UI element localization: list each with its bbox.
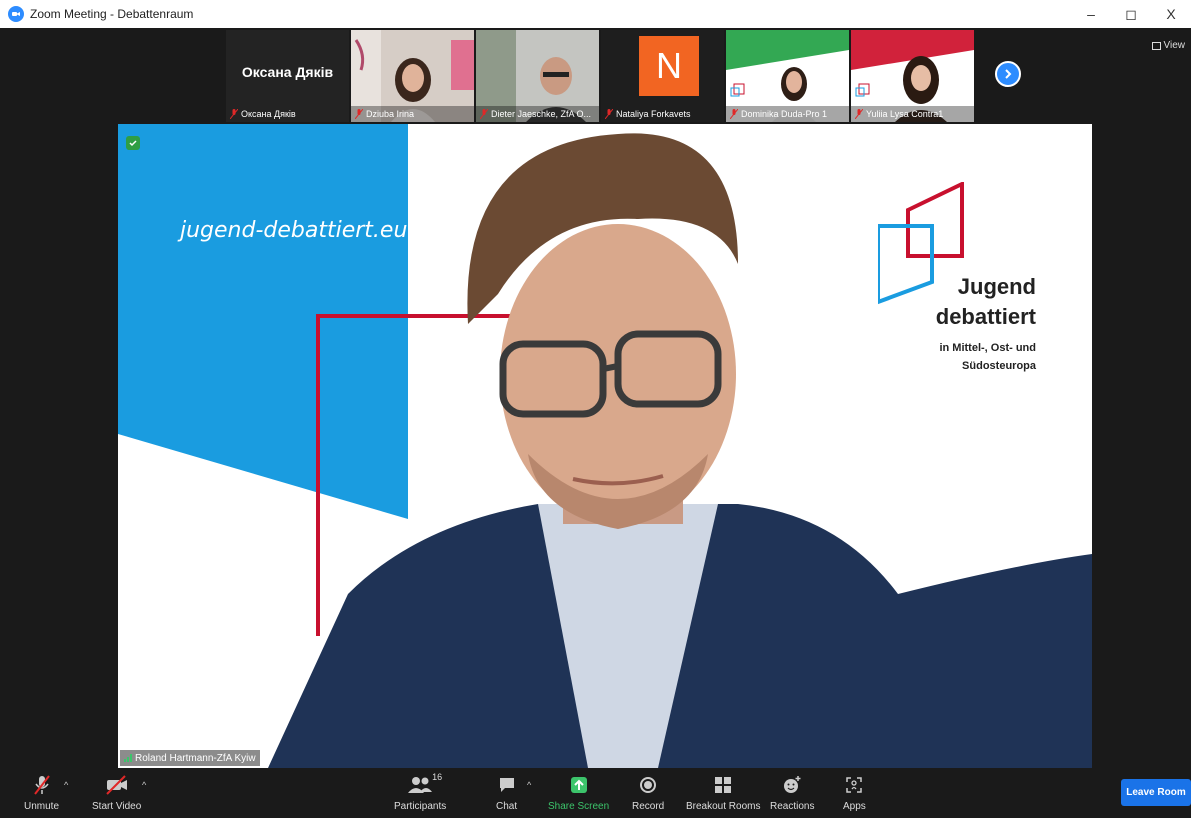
apps-icon <box>846 777 863 793</box>
chat-icon <box>499 778 514 792</box>
share-screen-icon <box>570 777 587 793</box>
mic-muted-icon <box>480 109 488 119</box>
apps-label: Apps <box>843 801 866 812</box>
start-video-button[interactable]: Start Video <box>92 774 141 812</box>
unmute-label: Unmute <box>24 801 60 812</box>
record-button[interactable]: Record <box>632 774 664 812</box>
participants-label: Participants <box>394 801 447 812</box>
mic-muted-icon <box>855 109 863 119</box>
participant-name-bar: Dieter Jaeschke, ZfA O... <box>476 106 599 122</box>
participant-tile[interactable]: Yuliia Lysa Contra1 <box>851 30 974 122</box>
participant-thumbnails: Оксана Дяків Оксана Дяків Dziuba Irina D… <box>226 30 974 122</box>
mic-muted-icon <box>605 109 613 119</box>
reactions-label: Reactions <box>770 801 815 812</box>
participant-display-name: Оксана Дяків <box>241 64 334 80</box>
chat-label: Chat <box>496 801 518 812</box>
participant-tile[interactable]: Dziuba Irina <box>351 30 474 122</box>
signal-strength-icon <box>124 754 132 762</box>
video-options-chevron-icon[interactable]: ^ <box>142 780 146 790</box>
participants-button[interactable]: 16 Participants <box>394 772 447 812</box>
participant-name-bar: Nataliya Forkavets <box>601 106 724 122</box>
brand-title: Jugend <box>957 274 1036 299</box>
speaker-name-label: Roland Hartmann-ZfA Kyiw <box>120 750 260 766</box>
brand-subtitle: Südosteuropa <box>962 360 1036 372</box>
record-icon <box>640 777 657 793</box>
zoom-logo-icon <box>8 6 24 22</box>
breakout-rooms-label: Breakout Rooms <box>686 801 761 812</box>
participant-name: Dominika Duda-Pro 1 <box>741 109 828 119</box>
unmute-button[interactable]: Unmute <box>24 774 59 812</box>
participant-name: Оксана Дяків <box>241 109 296 119</box>
leave-room-button[interactable]: Leave Room <box>1121 779 1191 806</box>
chat-options-chevron-icon[interactable]: ^ <box>527 780 531 790</box>
title-bar: Zoom Meeting - Debattenraum – ◻ X <box>0 0 1191 28</box>
microphone-muted-icon <box>33 775 50 795</box>
mic-muted-icon <box>355 109 363 119</box>
participant-name: Yuliia Lysa Contra1 <box>866 109 944 119</box>
participant-name-bar: Dziuba Irina <box>351 106 474 122</box>
brand-title: debattiert <box>935 304 1036 329</box>
video-off-icon <box>105 775 127 795</box>
encryption-shield-icon[interactable] <box>126 136 140 150</box>
minimize-button[interactable]: – <box>1071 0 1111 28</box>
participant-name: Nataliya Forkavets <box>616 109 691 119</box>
participant-name: Dziuba Irina <box>366 109 415 119</box>
participant-avatar: N <box>639 36 699 96</box>
share-screen-label: Share Screen <box>548 801 610 812</box>
window-title: Zoom Meeting - Debattenraum <box>30 7 194 21</box>
record-label: Record <box>632 801 665 812</box>
reactions-icon <box>784 776 801 793</box>
participant-tile[interactable]: Оксана Дяків Оксана Дяків <box>226 30 349 122</box>
maximize-button[interactable]: ◻ <box>1111 0 1151 28</box>
chat-button[interactable]: Chat <box>496 774 517 812</box>
website-text: jugend-debattiert.eu <box>180 218 408 243</box>
mic-muted-icon <box>730 109 738 119</box>
participant-name-bar: Dominika Duda-Pro 1 <box>726 106 849 122</box>
participant-tile[interactable]: N Nataliya Forkavets <box>601 30 724 122</box>
audio-options-chevron-icon[interactable]: ^ <box>64 780 68 790</box>
participant-tile[interactable]: Dominika Duda-Pro 1 <box>726 30 849 122</box>
participant-name-bar: Оксана Дяків <box>226 106 349 122</box>
start-video-label: Start Video <box>92 801 142 812</box>
next-participants-button[interactable] <box>995 61 1021 87</box>
close-button[interactable]: X <box>1151 0 1191 28</box>
view-button-label: View <box>1163 40 1186 51</box>
mic-muted-icon <box>230 109 238 119</box>
reactions-button[interactable]: Reactions <box>770 774 814 812</box>
participant-tile[interactable]: Dieter Jaeschke, ZfA O... <box>476 30 599 122</box>
participants-icon <box>408 777 433 793</box>
grid-view-icon <box>1151 41 1161 50</box>
view-button[interactable]: View <box>1151 40 1186 51</box>
active-speaker-video: jugend-debattiert.eu Jugend debattiert i… <box>118 124 1092 768</box>
participant-name: Dieter Jaeschke, ZfA O... <box>491 109 592 119</box>
chevron-right-icon <box>1005 69 1012 79</box>
window-controls: – ◻ X <box>1071 0 1191 28</box>
share-screen-button[interactable]: Share Screen <box>548 774 609 812</box>
breakout-rooms-button[interactable]: Breakout Rooms <box>686 774 760 812</box>
speaker-name: Roland Hartmann-ZfA Kyiw <box>135 752 256 764</box>
apps-button[interactable]: Apps <box>843 774 866 812</box>
participants-count: 16 <box>432 772 443 782</box>
brand-subtitle: in Mittel-, Ost- und <box>939 342 1036 354</box>
breakout-rooms-icon <box>715 777 732 793</box>
participant-name-bar: Yuliia Lysa Contra1 <box>851 106 974 122</box>
